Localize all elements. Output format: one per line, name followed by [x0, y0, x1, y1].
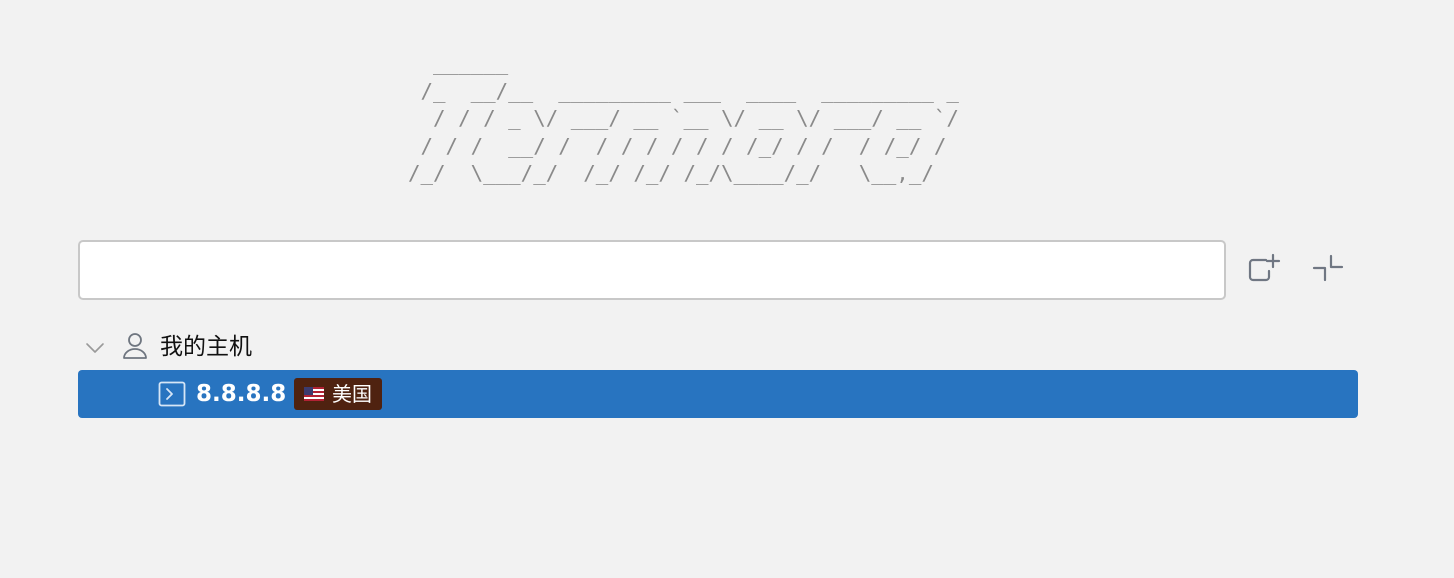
- host-item-selected[interactable]: 8.8.8.8 美国: [78, 370, 1358, 418]
- chevron-down-icon[interactable]: [84, 337, 106, 359]
- host-tree: 我的主机 8.8.8.8 美国: [78, 324, 1358, 418]
- group-label: 我的主机: [160, 334, 252, 360]
- user-icon: [123, 333, 147, 359]
- geo-badge: 美国: [294, 378, 382, 410]
- search-input[interactable]: [78, 240, 1226, 300]
- new-window-plus-icon: [1248, 253, 1281, 282]
- collapse-all-button[interactable]: [1306, 248, 1350, 292]
- ascii-logo: ______ /_ __/__ _________ ___ ____ _____…: [408, 51, 959, 185]
- host-label: 8.8.8.8: [196, 381, 287, 407]
- app-window: ______ /_ __/__ _________ ___ ____ _____…: [0, 0, 1454, 578]
- terminal-icon: [158, 381, 186, 407]
- geo-label: 美国: [332, 382, 372, 406]
- collapse-icon: [1312, 254, 1344, 282]
- tree-group-my-hosts[interactable]: 我的主机: [78, 324, 1358, 370]
- us-flag-icon: [304, 387, 324, 401]
- new-window-button[interactable]: [1242, 248, 1286, 292]
